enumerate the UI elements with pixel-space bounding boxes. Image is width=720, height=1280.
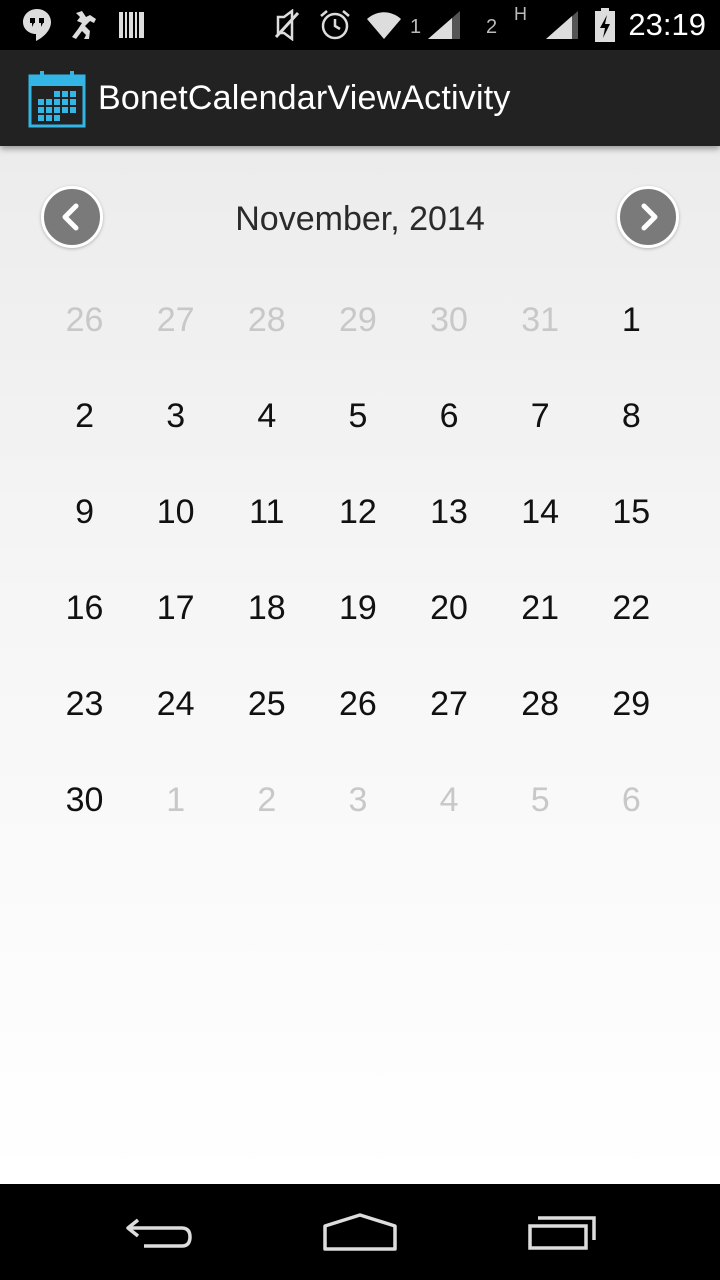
day-cell[interactable]: 7 <box>495 368 586 464</box>
day-cell-other-month[interactable]: 26 <box>39 272 130 368</box>
day-cell[interactable]: 17 <box>130 560 221 656</box>
home-button[interactable] <box>290 1184 430 1280</box>
day-cell-other-month[interactable]: 27 <box>130 272 221 368</box>
day-cell[interactable]: 3 <box>130 368 221 464</box>
day-cell[interactable]: 6 <box>404 368 495 464</box>
hangouts-icon <box>20 0 54 50</box>
battery-charging-icon <box>590 0 620 50</box>
day-cell[interactable]: 4 <box>221 368 312 464</box>
week-row: 23 24 25 26 27 28 29 <box>39 656 677 752</box>
day-cell-other-month[interactable]: 31 <box>495 272 586 368</box>
day-cell[interactable]: 24 <box>130 656 221 752</box>
day-cell[interactable]: 15 <box>586 464 677 560</box>
previous-month-button[interactable] <box>41 186 103 248</box>
day-cell[interactable]: 27 <box>404 656 495 752</box>
home-icon <box>323 1213 397 1251</box>
navigation-bar <box>0 1184 720 1280</box>
week-row: 30 1 2 3 4 5 6 <box>39 752 677 848</box>
day-cell-other-month[interactable]: 28 <box>221 272 312 368</box>
chevron-right-icon <box>641 203 658 231</box>
day-cell[interactable]: 18 <box>221 560 312 656</box>
status-time: 23:19 <box>628 7 706 42</box>
day-cell[interactable]: 20 <box>404 560 495 656</box>
day-cell-other-month[interactable]: 4 <box>404 752 495 848</box>
day-grid: 26 27 28 29 30 31 1 2 3 4 5 6 7 8 9 10 11 12 13 14 15 16 17 18 1… <box>39 272 677 848</box>
network-type-label: H <box>514 4 527 24</box>
day-cell[interactable]: 5 <box>312 368 403 464</box>
day-cell-other-month[interactable]: 30 <box>404 272 495 368</box>
day-cell-other-month[interactable]: 29 <box>312 272 403 368</box>
day-cell[interactable]: 2 <box>39 368 130 464</box>
app-title: BonetCalendarViewActivity <box>98 79 511 117</box>
week-row: 2345678 <box>39 368 677 464</box>
day-cell[interactable]: 14 <box>495 464 586 560</box>
action-bar: BonetCalendarViewActivity <box>0 50 720 146</box>
recents-icon <box>528 1216 596 1250</box>
recents-button[interactable] <box>492 1184 632 1280</box>
day-cell[interactable]: 10 <box>130 464 221 560</box>
back-icon <box>126 1218 192 1248</box>
day-cell[interactable]: 28 <box>495 656 586 752</box>
alarm-icon <box>316 0 354 50</box>
day-cell[interactable]: 8 <box>586 368 677 464</box>
day-cell-other-month[interactable]: 2 <box>221 752 312 848</box>
signal-icon-sim1 <box>424 0 464 50</box>
status-bar: 1 2 H 23:19 <box>0 0 720 50</box>
wifi-icon <box>364 0 404 50</box>
day-cell[interactable]: 11 <box>221 464 312 560</box>
day-cell[interactable]: 23 <box>39 656 130 752</box>
month-title: November, 2014 <box>235 200 485 238</box>
day-cell[interactable]: 12 <box>312 464 403 560</box>
barcode-icon <box>116 0 148 50</box>
day-cell-other-month[interactable]: 5 <box>495 752 586 848</box>
sim2-label: 2 <box>486 16 498 38</box>
sim1-label: 1 <box>410 16 422 38</box>
week-row: 9 10 11 12 13 14 15 <box>39 464 677 560</box>
day-cell[interactable]: 16 <box>39 560 130 656</box>
day-cell[interactable]: 26 <box>312 656 403 752</box>
day-cell[interactable]: 30 <box>39 752 130 848</box>
day-cell[interactable]: 13 <box>404 464 495 560</box>
muted-icon <box>270 0 304 50</box>
day-cell[interactable]: 9 <box>39 464 130 560</box>
day-cell[interactable]: 25 <box>221 656 312 752</box>
android-debug-icon <box>66 0 100 50</box>
signal-icon-sim2 <box>542 0 582 50</box>
calendar-app-icon <box>28 70 86 128</box>
day-cell[interactable]: 19 <box>312 560 403 656</box>
chevron-left-icon <box>62 203 79 231</box>
day-cell-other-month[interactable]: 3 <box>312 752 403 848</box>
day-cell-other-month[interactable]: 6 <box>586 752 677 848</box>
calendar-view: November, 2014 26 27 28 29 30 31 1 2 3 4 5 6 7 8 9 10 11… <box>0 146 720 1184</box>
next-month-button[interactable] <box>617 186 679 248</box>
day-cell[interactable]: 29 <box>586 656 677 752</box>
week-row: 16 17 18 19 20 21 22 <box>39 560 677 656</box>
day-cell[interactable]: 21 <box>495 560 586 656</box>
day-cell[interactable]: 22 <box>586 560 677 656</box>
back-button[interactable] <box>90 1184 230 1280</box>
day-cell[interactable]: 1 <box>586 272 677 368</box>
week-row: 26 27 28 29 30 31 1 <box>39 272 677 368</box>
day-cell-other-month[interactable]: 1 <box>130 752 221 848</box>
